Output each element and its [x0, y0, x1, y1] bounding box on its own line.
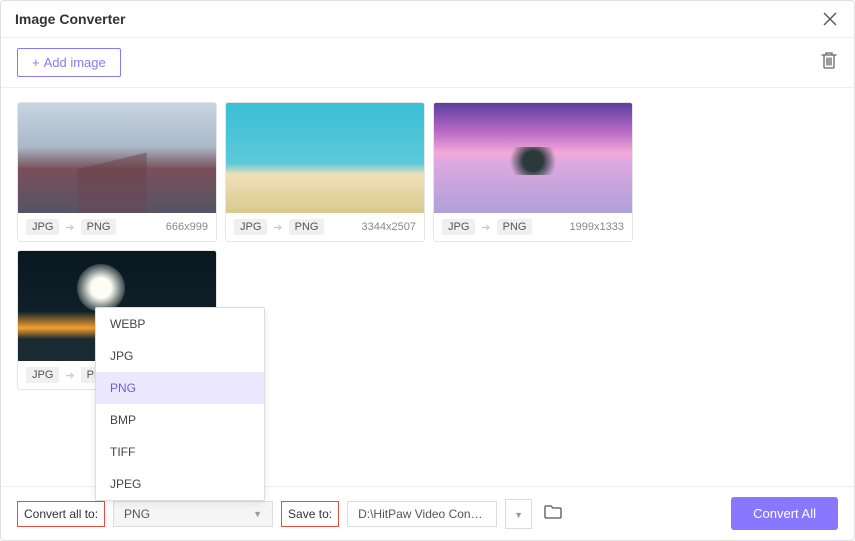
image-thumbnail: [434, 103, 632, 213]
image-card[interactable]: JPG ➔ PNG 666x999: [17, 102, 217, 242]
format-option-bmp[interactable]: BMP: [96, 404, 264, 436]
source-format: JPG: [26, 367, 59, 383]
source-format: JPG: [234, 219, 267, 235]
window-header: Image Converter: [1, 1, 854, 38]
add-image-label: Add image: [44, 55, 106, 70]
image-converter-window: Image Converter + Add image JPG ➔ PNG 66…: [0, 0, 855, 541]
format-option-jpeg[interactable]: JPEG: [96, 468, 264, 500]
arrow-right-icon: ➔: [65, 369, 74, 382]
target-format[interactable]: PNG: [289, 219, 325, 235]
save-to-dropdown[interactable]: ▼: [505, 499, 532, 529]
convert-all-to-label: Convert all to:: [17, 501, 105, 527]
card-footer: JPG ➔ PNG 1999x1333: [434, 213, 632, 241]
format-option-tiff[interactable]: TIFF: [96, 436, 264, 468]
save-to-label: Save to:: [281, 501, 339, 527]
image-card[interactable]: JPG ➔ PNG 3344x2507: [225, 102, 425, 242]
image-dimensions: 1999x1333: [570, 221, 624, 233]
image-dimensions: 666x999: [166, 221, 208, 233]
folder-icon: [544, 504, 562, 519]
card-footer: JPG ➔ PNG 3344x2507: [226, 213, 424, 241]
plus-icon: +: [32, 55, 40, 70]
image-card[interactable]: JPG ➔ PNG 1999x1333: [433, 102, 633, 242]
browse-folder-button[interactable]: [540, 500, 566, 528]
chevron-down-icon: ▼: [514, 510, 523, 520]
convert-all-button[interactable]: Convert All: [731, 497, 838, 530]
image-dimensions: 3344x2507: [362, 221, 416, 233]
target-format[interactable]: PNG: [497, 219, 533, 235]
source-format: JPG: [442, 219, 475, 235]
window-title: Image Converter: [15, 11, 125, 27]
format-option-jpg[interactable]: JPG: [96, 340, 264, 372]
source-format: JPG: [26, 219, 59, 235]
toolbar: + Add image: [1, 38, 854, 88]
target-format[interactable]: PNG: [81, 219, 117, 235]
card-footer: JPG ➔ PNG 666x999: [18, 213, 216, 241]
save-to-path[interactable]: D:\HitPaw Video Conve...: [347, 501, 497, 527]
format-option-webp[interactable]: WEBP: [96, 308, 264, 340]
close-button[interactable]: [820, 9, 840, 29]
arrow-right-icon: ➔: [65, 221, 74, 234]
chevron-down-icon: ▼: [253, 509, 262, 519]
delete-all-button[interactable]: [820, 50, 838, 75]
arrow-right-icon: ➔: [273, 221, 282, 234]
add-image-button[interactable]: + Add image: [17, 48, 121, 77]
close-icon: [823, 12, 837, 26]
convert-all-to-select[interactable]: PNG ▼: [113, 501, 273, 527]
image-thumbnail: [226, 103, 424, 213]
format-option-png[interactable]: PNG: [96, 372, 264, 404]
convert-all-to-value: PNG: [124, 507, 150, 521]
image-thumbnail: [18, 103, 216, 213]
trash-icon: [820, 50, 838, 70]
format-dropdown[interactable]: WEBP JPG PNG BMP TIFF JPEG: [95, 307, 265, 501]
arrow-right-icon: ➔: [481, 221, 490, 234]
